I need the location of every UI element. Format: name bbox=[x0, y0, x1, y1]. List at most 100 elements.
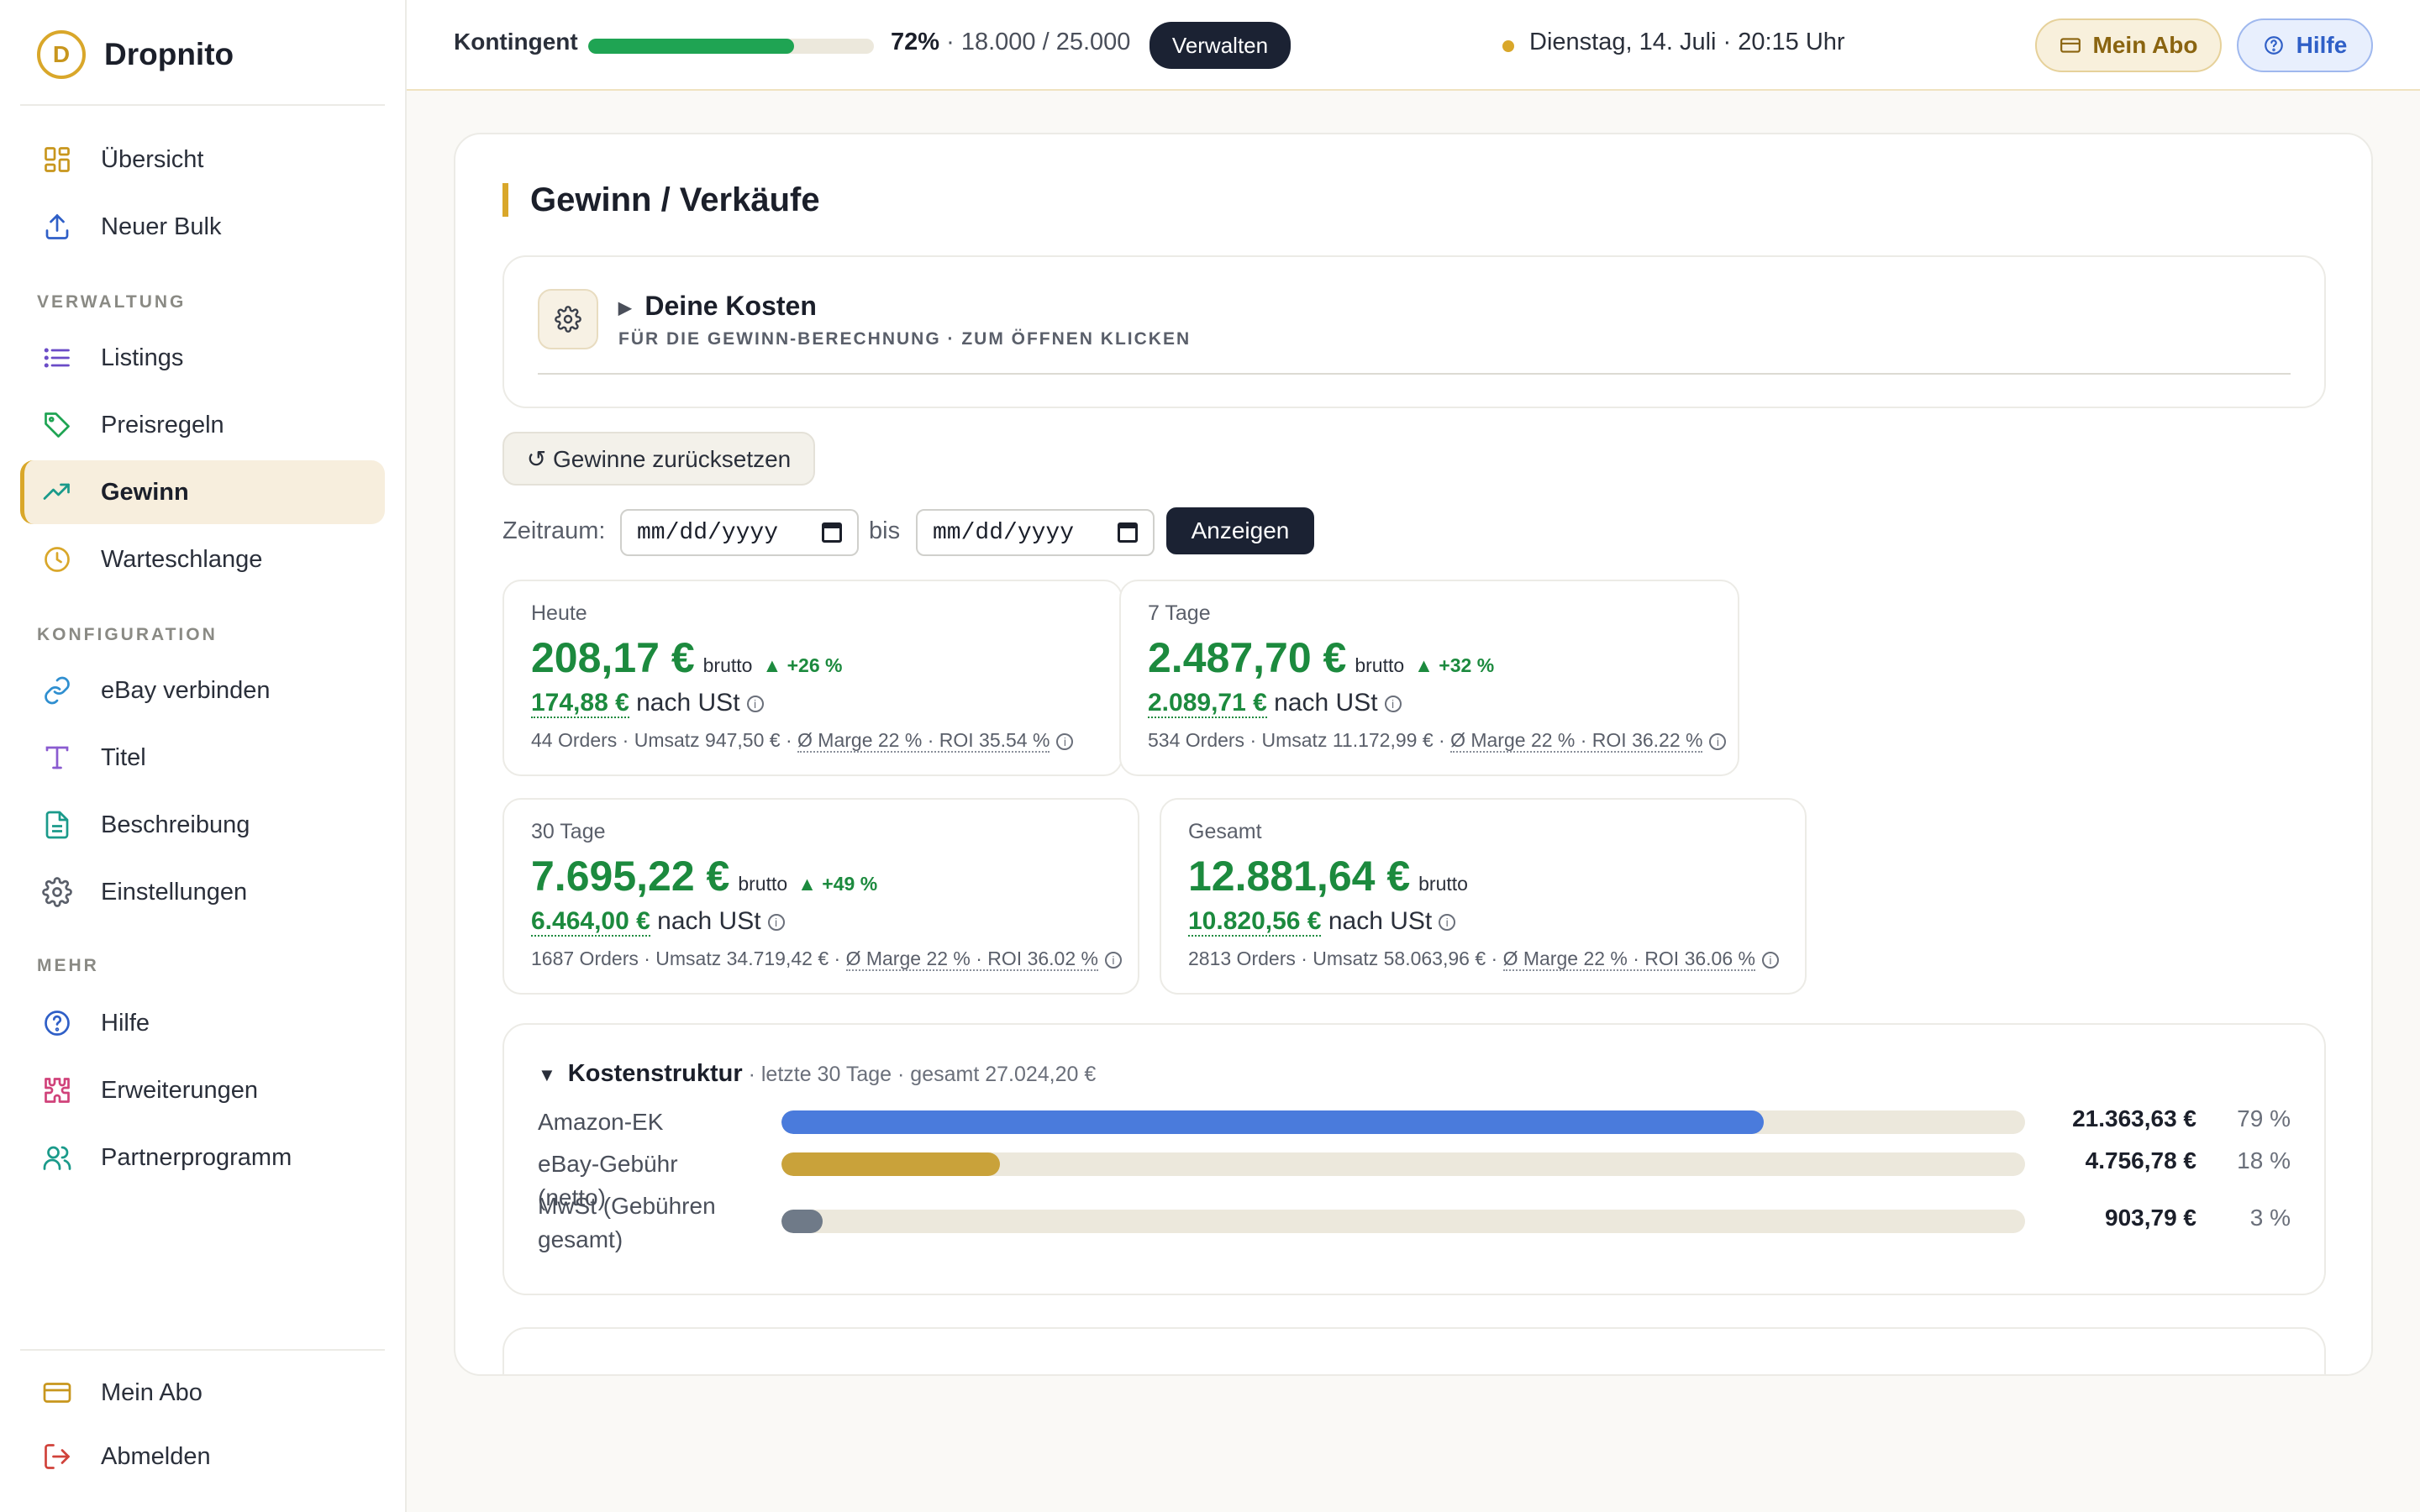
sidebar-divider bbox=[20, 104, 385, 106]
tag-icon bbox=[40, 408, 74, 442]
cost-structure-subtitle: · letzte 30 Tage · gesamt 27.024,20 € bbox=[742, 1063, 1097, 1086]
info-icon[interactable]: i bbox=[1709, 732, 1727, 750]
document-icon bbox=[40, 808, 74, 842]
stat-meta: 1687 Orders · Umsatz 34.719,42 € · Ø Mar… bbox=[531, 948, 1122, 971]
sidebar-divider bbox=[20, 1349, 385, 1351]
sidebar-item-queue[interactable]: Warteschlange bbox=[20, 528, 385, 591]
info-icon[interactable]: i bbox=[1439, 914, 1456, 932]
info-icon[interactable]: i bbox=[746, 696, 764, 713]
sidebar-item-label: Mein Abo bbox=[101, 1378, 203, 1406]
date-to-input[interactable]: mm/dd/yyyy bbox=[916, 509, 1155, 556]
sidebar-item-label: Preisregeln bbox=[101, 411, 224, 438]
stat-gross-suffix: brutto bbox=[1418, 873, 1468, 895]
stat-gross-suffix: brutto bbox=[738, 873, 788, 895]
sidebar-item-partner-program[interactable]: Partnerprogramm bbox=[20, 1126, 385, 1189]
sidebar-item-overview[interactable]: Übersicht bbox=[20, 128, 385, 192]
link-icon bbox=[40, 674, 74, 707]
quota-progress-bar bbox=[588, 39, 874, 54]
cost-row-bar-fill bbox=[781, 1110, 1765, 1134]
stat-net: 10.820,56 € nach USt i bbox=[1188, 907, 1456, 937]
sidebar-item-label: Hilfe bbox=[101, 1009, 150, 1037]
help-label: Hilfe bbox=[2296, 32, 2348, 58]
stat-net-value: 2.089,71 € bbox=[1148, 689, 1267, 718]
reset-profits-button[interactable]: ↺ Gewinne zurücksetzen bbox=[502, 432, 815, 486]
cost-structure-toggle[interactable]: ▼ Kostenstruktur · letzte 30 Tage · gesam… bbox=[538, 1060, 1096, 1088]
brand[interactable]: D Dropnito bbox=[37, 30, 234, 79]
quota-detail: · 18.000 / 25.000 bbox=[939, 29, 1131, 55]
stat-gross-value: 208,17 € bbox=[531, 634, 695, 681]
puzzle-icon bbox=[40, 1074, 74, 1107]
users-icon bbox=[40, 1141, 74, 1174]
cost-row-bar bbox=[781, 1152, 2025, 1176]
text-icon bbox=[40, 741, 74, 774]
stat-margin: Ø Marge 22 % · ROI 36.06 % bbox=[1502, 948, 1755, 971]
info-icon[interactable]: i bbox=[1056, 732, 1074, 750]
stat-label: 7 Tage bbox=[1148, 601, 1211, 625]
stat-meta: 44 Orders · Umsatz 947,50 € · Ø Marge 22… bbox=[531, 729, 1074, 753]
sidebar-item-extensions[interactable]: Erweiterungen bbox=[20, 1058, 385, 1122]
quota-label: Kontingent bbox=[454, 29, 578, 55]
stat-delta: ▲ +32 % bbox=[1414, 654, 1495, 676]
stat-net-value: 6.464,00 € bbox=[531, 907, 650, 937]
stat-card-30-days: 30 Tage 7.695,22 € brutto ▲ +49 % 6.464,00… bbox=[502, 798, 1139, 995]
sidebar-item-price-rules[interactable]: Preisregeln bbox=[20, 393, 385, 457]
stat-net-suffix: nach USt bbox=[636, 689, 740, 717]
costs-subtitle: FÜR DIE GEWINN-BERECHNUNG · ZUM ÖFFNEN K… bbox=[618, 329, 1192, 349]
costs-card[interactable]: ▶ Deine Kosten FÜR DIE GEWINN-BERECHNUNG … bbox=[502, 255, 2326, 408]
list-icon bbox=[40, 341, 74, 375]
date-from-input[interactable]: mm/dd/yyyy bbox=[620, 509, 859, 556]
costs-toggle[interactable]: ▶ Deine Kosten bbox=[618, 291, 817, 322]
sidebar-item-connect-ebay[interactable]: eBay verbinden bbox=[20, 659, 385, 722]
stat-meta: 2813 Orders · Umsatz 58.063,96 € · Ø Mar… bbox=[1188, 948, 1779, 971]
sidebar-section-title: KONFIGURATION bbox=[37, 625, 218, 644]
info-icon[interactable]: i bbox=[767, 914, 785, 932]
calendar-icon[interactable] bbox=[1118, 522, 1138, 543]
sidebar-item-logout[interactable]: Abmelden bbox=[20, 1425, 385, 1488]
stat-gross-value: 12.881,64 € bbox=[1188, 853, 1411, 900]
stat-net-suffix: nach USt bbox=[1328, 907, 1433, 935]
sidebar-item-new-bulk[interactable]: Neuer Bulk bbox=[20, 195, 385, 259]
cost-row-name: MwSt (Gebühren gesamt) bbox=[538, 1193, 716, 1252]
info-icon[interactable]: i bbox=[1104, 951, 1122, 969]
sidebar-item-label: Titel bbox=[101, 743, 146, 771]
upload-icon bbox=[40, 210, 74, 244]
sidebar-item-settings[interactable]: Einstellungen bbox=[20, 860, 385, 924]
calendar-icon[interactable] bbox=[822, 522, 842, 543]
sidebar-item-help[interactable]: Hilfe bbox=[20, 991, 385, 1055]
stat-card-today: Heute 208,17 € brutto ▲ +26 % 174,88 € nac… bbox=[502, 580, 1123, 776]
brand-logo: D bbox=[37, 30, 86, 79]
show-range-button[interactable]: Anzeigen bbox=[1166, 507, 1314, 554]
cost-row-bar-fill bbox=[781, 1210, 823, 1233]
stat-margin: Ø Marge 22 % · ROI 36.02 % bbox=[845, 948, 1098, 971]
stat-net-suffix: nach USt bbox=[1274, 689, 1378, 717]
manage-quota-button[interactable]: Verwalten bbox=[1150, 22, 1291, 69]
stat-orders: 44 Orders · Umsatz 947,50 € · bbox=[531, 729, 798, 751]
help-circle-icon bbox=[40, 1006, 74, 1040]
range-label: Zeitraum: bbox=[502, 517, 606, 544]
stat-card-total: Gesamt 12.881,64 € brutto 10.820,56 € nac… bbox=[1160, 798, 1807, 995]
sidebar-item-subscription[interactable]: Mein Abo bbox=[20, 1361, 385, 1425]
subscription-button[interactable]: Mein Abo bbox=[2035, 18, 2222, 72]
info-icon[interactable]: i bbox=[1384, 696, 1402, 713]
stat-gross-suffix: brutto bbox=[702, 654, 753, 676]
sidebar-item-listings[interactable]: Listings bbox=[20, 326, 385, 390]
stat-label: Heute bbox=[531, 601, 587, 625]
credit-card-icon bbox=[40, 1376, 74, 1410]
stat-net: 6.464,00 € nach USt i bbox=[531, 907, 785, 937]
stat-gross: 2.487,70 € brutto ▲ +32 % bbox=[1148, 633, 1494, 682]
date-from-placeholder: mm/dd/yyyy bbox=[637, 519, 779, 546]
stat-orders: 534 Orders · Umsatz 11.172,99 € · bbox=[1148, 729, 1451, 751]
sidebar-item-label: Beschreibung bbox=[101, 811, 250, 838]
sidebar-item-title[interactable]: Titel bbox=[20, 726, 385, 790]
sidebar-item-label: Übersicht bbox=[101, 145, 204, 173]
quota-progress-fill bbox=[588, 39, 794, 54]
caret-right-icon: ▶ bbox=[618, 299, 632, 318]
sidebar-item-description[interactable]: Beschreibung bbox=[20, 793, 385, 857]
sidebar-item-profit[interactable]: Gewinn bbox=[20, 460, 385, 524]
stat-net-suffix: nach USt bbox=[657, 907, 761, 935]
logout-icon bbox=[40, 1440, 74, 1473]
help-button[interactable]: Hilfe bbox=[2237, 18, 2373, 72]
trending-up-icon bbox=[40, 475, 74, 509]
info-icon[interactable]: i bbox=[1761, 951, 1779, 969]
stat-net: 174,88 € nach USt i bbox=[531, 689, 764, 718]
